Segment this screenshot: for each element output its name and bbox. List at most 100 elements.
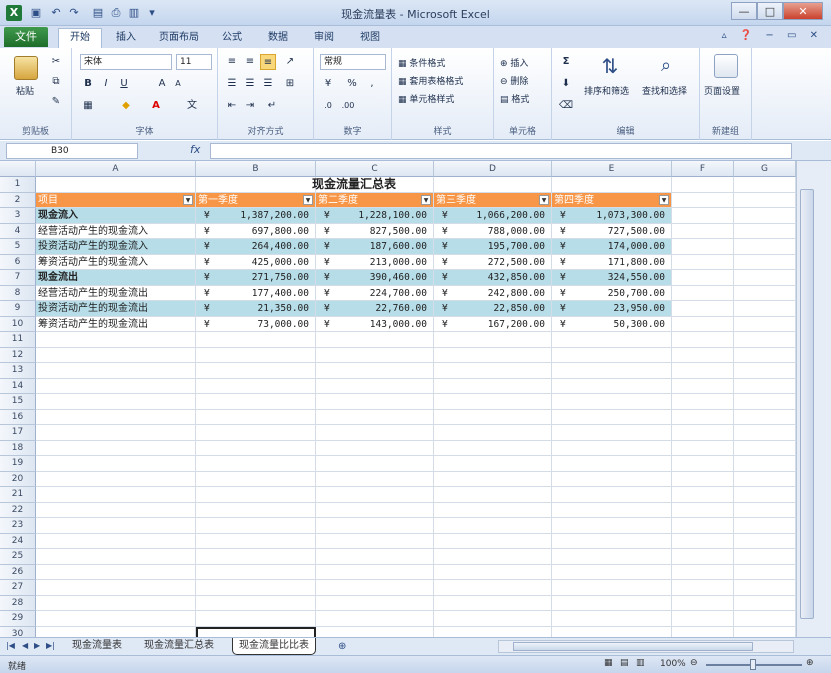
grid-cell[interactable] [552,425,672,441]
sort-filter-icon[interactable]: ⇅ [598,54,622,78]
table-row-label[interactable]: 投资活动产生的现金流入 [36,239,196,255]
table-cell-value[interactable]: ¥1,228,100.00 [316,208,434,224]
grid-cell[interactable] [316,378,434,394]
grid-cell[interactable] [196,502,316,518]
next-sheet-icon[interactable]: ▶ [34,641,40,650]
grid-cell[interactable] [196,518,316,534]
close-button[interactable]: ✕ [783,2,823,20]
grid-cell[interactable] [734,518,796,534]
grid-cell[interactable] [552,502,672,518]
row-header[interactable]: 9 [0,301,36,317]
grid-cell[interactable] [36,363,196,379]
grid-cell[interactable] [672,192,734,208]
grid-cell[interactable] [734,626,796,637]
row-header[interactable]: 17 [0,425,36,441]
grid-cell[interactable] [734,549,796,565]
grow-font-button[interactable]: A [154,76,170,92]
grid-cell[interactable] [36,518,196,534]
grid-cell[interactable] [316,409,434,425]
grid-cell[interactable] [552,378,672,394]
grid-cell[interactable] [36,564,196,580]
row-header[interactable]: 8 [0,285,36,301]
sheet-tab-ratio[interactable]: 现金流量比比表 [232,638,316,655]
grid-cell[interactable] [434,394,552,410]
grid-cell[interactable] [734,270,796,286]
horizontal-scrollbar[interactable] [498,640,794,653]
grid-cell[interactable] [734,611,796,627]
row-header[interactable]: 7 [0,270,36,286]
minimize-button[interactable]: — [731,2,757,20]
grid-cell[interactable] [316,487,434,503]
row-header[interactable]: 14 [0,378,36,394]
grid-cell[interactable] [672,409,734,425]
table-row-label[interactable]: 筹资活动产生的现金流入 [36,254,196,270]
grid-cell[interactable] [734,595,796,611]
grid-cell[interactable] [196,363,316,379]
phonetic-button[interactable]: 文 [184,98,200,114]
tab-data[interactable]: 数据 [258,29,298,48]
row-header[interactable]: 25 [0,549,36,565]
grid-cell[interactable] [734,564,796,580]
row-header[interactable]: 29 [0,611,36,627]
table-cell-value[interactable]: ¥22,760.00 [316,301,434,317]
grid-cell[interactable] [316,394,434,410]
grid-cell[interactable] [734,394,796,410]
grid-cell[interactable] [316,611,434,627]
vertical-scrollbar[interactable] [796,161,831,637]
copy-icon[interactable]: ⧉ [48,74,64,90]
grid-cell[interactable] [672,347,734,363]
table-cell-value[interactable]: ¥390,460.00 [316,270,434,286]
font-name-select[interactable]: 宋体 [80,54,172,70]
cut-icon[interactable]: ✂ [48,54,64,70]
grid-cell[interactable] [552,549,672,565]
grid-cell[interactable] [734,239,796,255]
align-center-icon[interactable]: ☰ [242,76,258,92]
row-header[interactable]: 11 [0,332,36,348]
grid-cell[interactable] [196,611,316,627]
grid-cell[interactable] [672,239,734,255]
name-box[interactable]: B30 [6,143,138,159]
sort-filter-button[interactable]: 排序和筛选 [584,84,629,97]
grid-cell[interactable] [672,549,734,565]
grid-cell[interactable] [672,487,734,503]
grid-cell[interactable] [434,611,552,627]
formula-input[interactable] [210,143,792,159]
grid-cell[interactable] [434,487,552,503]
grid-cell[interactable] [434,471,552,487]
column-header[interactable]: C [316,161,434,177]
conditional-format-button[interactable]: ▦ 条件格式 [398,56,445,69]
align-bottom-icon[interactable]: ≡ [260,54,276,70]
grid-cell[interactable] [434,502,552,518]
table-header[interactable]: 第一季度 ▼ [196,192,316,208]
row-header[interactable]: 26 [0,564,36,580]
grid-cell[interactable] [734,316,796,332]
table-cell-value[interactable]: ¥432,850.00 [434,270,552,286]
table-cell-value[interactable]: ¥827,500.00 [316,223,434,239]
grid-cell[interactable] [672,270,734,286]
grid-cell[interactable] [672,502,734,518]
table-row-label[interactable]: 投资活动产生的现金流出 [36,301,196,317]
filter-dropdown-icon[interactable]: ▼ [303,194,313,205]
grid-cell[interactable] [734,533,796,549]
tab-review[interactable]: 审阅 [304,29,344,48]
row-header[interactable]: 13 [0,363,36,379]
grid-cell[interactable] [734,332,796,348]
grid-cell[interactable] [36,394,196,410]
decrease-decimal-icon[interactable]: .00 [340,98,356,114]
grid-cell[interactable] [316,332,434,348]
grid-cell[interactable] [552,409,672,425]
grid-cell[interactable] [552,518,672,534]
align-middle-icon[interactable]: ≡ [242,54,258,70]
column-header[interactable]: G [734,161,796,177]
grid-cell[interactable] [552,533,672,549]
grid-cell[interactable] [672,595,734,611]
grid-cell[interactable] [434,580,552,596]
grid-cell[interactable] [552,595,672,611]
table-cell-value[interactable]: ¥195,700.00 [434,239,552,255]
row-header[interactable]: 28 [0,595,36,611]
row-header[interactable]: 20 [0,471,36,487]
grid-cell[interactable] [196,533,316,549]
font-size-select[interactable]: 11 [176,54,212,70]
table-cell-value[interactable]: ¥174,000.00 [552,239,672,255]
table-cell-value[interactable]: ¥73,000.00 [196,316,316,332]
